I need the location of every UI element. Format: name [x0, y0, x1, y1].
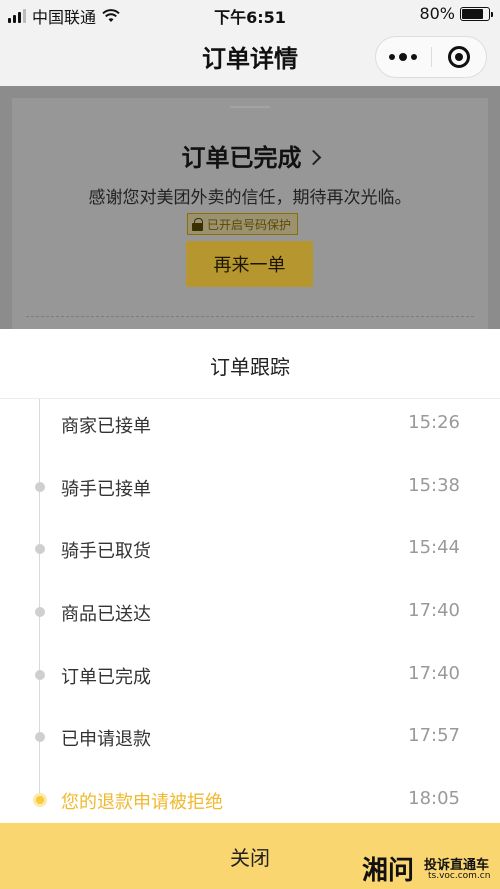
- timeline-item: 已申请退款 17:57: [0, 722, 500, 752]
- timeline-item: 订单已完成 17:40: [0, 660, 500, 690]
- timeline-dot: [35, 607, 45, 617]
- timeline-label: 您的退款申请被拒绝: [61, 792, 223, 813]
- tracking-sheet: 订单跟踪 商家已接单 15:26 骑手已接单 15:38 骑手已取货 15:44…: [0, 329, 500, 889]
- battery-percent: 80%: [419, 4, 455, 23]
- timeline-label: 已申请退款: [61, 729, 151, 750]
- card-divider: [26, 316, 474, 317]
- timeline-label: 订单已完成: [61, 667, 151, 688]
- privacy-badge-label: 已开启号码保护: [207, 217, 292, 232]
- timeline-time: 17:40: [408, 600, 460, 621]
- order-status[interactable]: 订单已完成: [12, 138, 488, 173]
- mini-program-close-icon[interactable]: [432, 46, 487, 68]
- timeline-item: 商家已接单 15:26: [0, 409, 500, 439]
- mini-program-capsule: [375, 36, 487, 78]
- timeline-dot-current: [33, 793, 47, 807]
- timeline-dot: [35, 670, 45, 680]
- reorder-button[interactable]: 再来一单: [186, 241, 313, 287]
- timeline-label: 商品已送达: [61, 604, 151, 625]
- timeline-label: 骑手已取货: [61, 541, 151, 562]
- timeline-time: 15:26: [408, 412, 460, 433]
- sheet-title: 订单跟踪: [210, 355, 290, 379]
- lock-icon: [192, 217, 203, 231]
- status-bar: 中国联通 下午6:51 80%: [0, 0, 500, 28]
- timeline-time: 17:40: [408, 663, 460, 684]
- timeline-dot: [35, 482, 45, 492]
- timeline-time: 18:05: [408, 788, 460, 809]
- timeline-item: 骑手已接单 15:38: [0, 472, 500, 502]
- battery-icon: [460, 6, 493, 21]
- watermark-url: ts.voc.com.cn: [428, 871, 491, 881]
- timeline-label: 商家已接单: [61, 416, 151, 437]
- timeline-time: 17:57: [408, 725, 460, 746]
- nav-bar: 订单详情: [0, 28, 500, 86]
- more-dots-icon[interactable]: [376, 52, 431, 61]
- privacy-badge: 已开启号码保护: [187, 213, 299, 235]
- close-button-label: 关闭: [230, 845, 270, 870]
- chevron-right-icon: [305, 149, 321, 166]
- tracking-timeline[interactable]: 商家已接单 15:26 骑手已接单 15:38 骑手已取货 15:44 商品已送…: [0, 399, 500, 819]
- timeline-time: 15:38: [408, 475, 460, 496]
- timeline-item: 骑手已取货 15:44: [0, 534, 500, 564]
- page-overlay[interactable]: 订单已完成 感谢您对美团外卖的信任，期待再次光临。 已开启号码保护 再来一单: [0, 86, 500, 329]
- timeline-dot: [35, 732, 45, 742]
- timeline-dot: [35, 544, 45, 554]
- timeline-item-current: 您的退款申请被拒绝 18:05: [0, 785, 500, 815]
- watermark: 湘问 投诉直通车 ts.voc.com.cn: [362, 850, 492, 886]
- timeline-label: 骑手已接单: [61, 479, 151, 500]
- order-status-text: 订单已完成: [181, 144, 302, 172]
- timeline-time: 15:44: [408, 537, 460, 558]
- status-right: 80%: [419, 4, 493, 23]
- thanks-message: 感谢您对美团外卖的信任，期待再次光临。: [88, 188, 412, 208]
- order-status-card: 订单已完成 感谢您对美团外卖的信任，期待再次光临。 已开启号码保护 再来一单: [12, 98, 488, 329]
- watermark-logo: 湘问: [362, 856, 415, 886]
- timeline-item: 商品已送达 17:40: [0, 597, 500, 627]
- battery-fill: [462, 8, 483, 19]
